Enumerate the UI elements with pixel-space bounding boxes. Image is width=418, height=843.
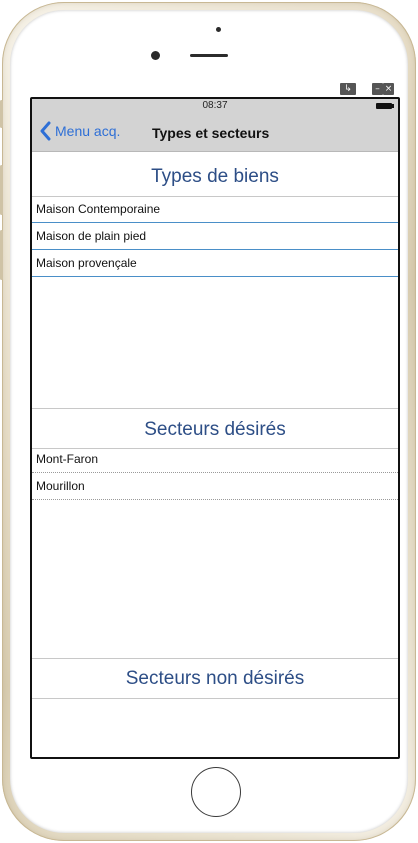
rotate-button[interactable]: ↳ [340,83,356,95]
section-header-types: Types de biens [151,166,279,187]
section-header-non-desires: Secteurs non désirés [125,668,305,689]
phone-frame: ↳ – × 08:37 Menu acq. Types et secteurs … [0,0,418,843]
proximity-sensor [216,27,221,32]
home-button[interactable] [191,767,241,817]
volume-up-button [0,165,3,215]
earpiece-speaker [190,54,228,57]
minimize-button[interactable]: – [372,83,383,95]
list-item-type[interactable]: Maison de plain pied [32,224,398,250]
page-title: Types et secteurs [152,125,270,141]
divider [32,658,398,659]
mute-switch [0,100,3,128]
status-time: 08:37 [202,100,228,111]
section-header-secteurs: Secteurs désirés [144,419,286,440]
list-item-secteur[interactable]: Mourillon [32,474,398,500]
list-item-secteur[interactable]: Mont-Faron [32,448,398,473]
close-button[interactable]: × [383,83,394,95]
front-camera [151,51,160,60]
back-button[interactable]: Menu acq. [38,121,120,141]
navigation-bar: Menu acq. Types et secteurs [32,115,398,152]
list-item-type[interactable]: Maison Contemporaine [32,197,398,223]
divider [32,698,398,699]
list-item-type[interactable]: Maison provençale [32,251,398,277]
window-controls: ↳ – × [340,83,394,95]
battery-icon [376,103,394,109]
status-bar: 08:37 [32,99,398,115]
chevron-left-icon [40,121,51,141]
back-button-label: Menu acq. [55,123,121,139]
volume-down-button [0,230,3,280]
app-screen: 08:37 Menu acq. Types et secteurs Types … [30,97,400,759]
divider [32,408,398,409]
